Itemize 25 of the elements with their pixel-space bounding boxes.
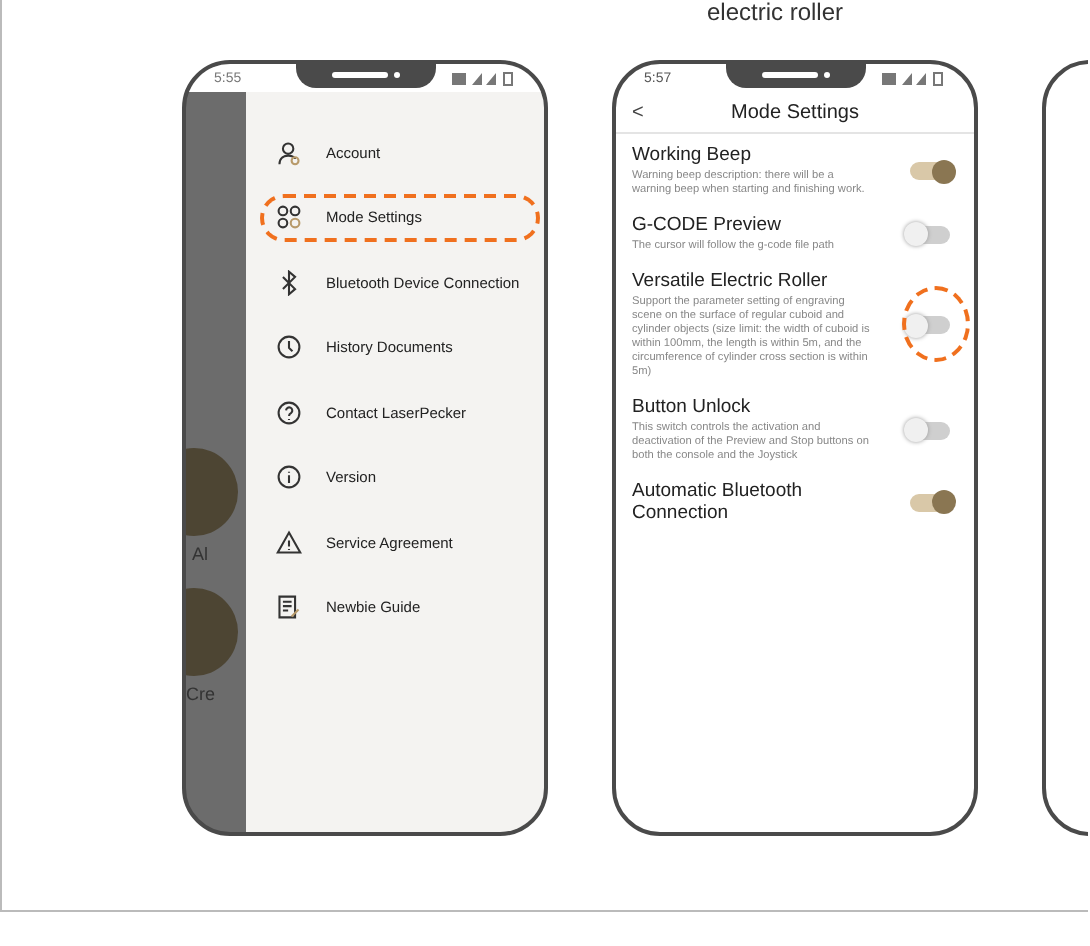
setting-title: Working Beep [632, 144, 753, 166]
grid-icon [276, 204, 302, 231]
setting-title: Automatic Bluetooth Connection [632, 480, 805, 524]
warning-icon [276, 529, 302, 556]
clock-icon [276, 334, 302, 361]
help-icon [276, 399, 302, 426]
back-button[interactable]: < [632, 101, 672, 123]
toggle-switch[interactable] [910, 316, 950, 334]
caption-text: electric roller [704, 0, 845, 24]
info-icon [276, 464, 302, 491]
screen-title: Mode Settings [729, 101, 861, 123]
status-icons [882, 71, 946, 85]
setting-title: Versatile Electric Roller [632, 270, 830, 292]
toggle-switch[interactable] [910, 162, 950, 180]
setting-title: G-CODE Preview [632, 214, 783, 236]
account-icon [276, 139, 302, 166]
setting-title: Button Unlock [632, 396, 753, 418]
bluetooth-icon [276, 269, 302, 296]
status-icons [452, 71, 516, 85]
toggle-switch[interactable] [910, 421, 950, 439]
guide-icon [276, 594, 302, 621]
toggle-switch[interactable] [910, 493, 950, 511]
app-label: Al [192, 544, 209, 564]
toggle-switch[interactable] [910, 225, 950, 243]
app-label: Cre [186, 684, 216, 704]
